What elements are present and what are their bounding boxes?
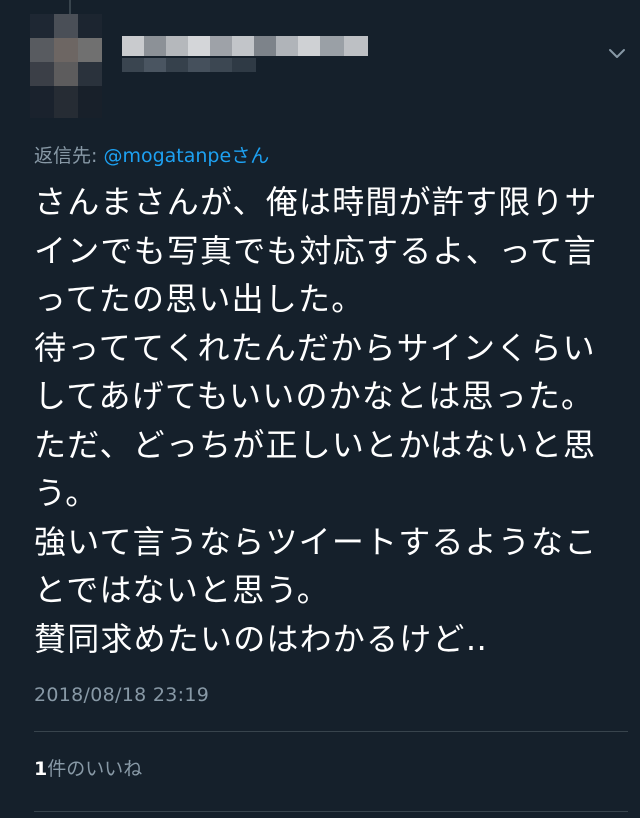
avatar[interactable] (30, 14, 102, 118)
tweet-text-line: う。 (34, 474, 99, 512)
tweet-text-line: してあげてもいいのかなとは思った。 (34, 377, 595, 415)
likes-label[interactable]: 件のいいね (47, 758, 142, 780)
reply-to-line: 返信先: @mogatanpeさん (34, 141, 269, 168)
tweet-text-line: 賛同求めたいのはわかるけど‥ (34, 619, 489, 658)
reply-to-handle[interactable]: @mogatanpe (103, 145, 231, 167)
tweet-text: さんまさんが、俺は時間が許す限りサ インでも写真でも対応するよ、って言 ってたの… (34, 178, 634, 663)
tweet-text-line: 待っててくれたんだからサインくらい (34, 328, 596, 367)
likes-count[interactable]: 1 (34, 758, 47, 780)
reply-to-mention-link[interactable]: @mogatanpeさん (103, 145, 269, 167)
divider (34, 731, 628, 732)
display-name-blurred[interactable] (122, 36, 368, 56)
reply-to-suffix[interactable]: さん (231, 145, 269, 167)
likes-link[interactable]: 1件のいいね (34, 754, 142, 781)
tweet-text-line: とではないと思う。 (34, 571, 330, 609)
tweet-text-line: ただ、どっちが正しいとかはないと思 (34, 425, 597, 464)
reply-to-prefix: 返信先: (34, 145, 104, 167)
thread-line (69, 0, 71, 14)
divider (34, 811, 628, 812)
chevron-down-icon[interactable] (604, 40, 630, 66)
tweet-text-line: さんまさんが、俺は時間が許す限りサ (34, 183, 598, 221)
tweet-timestamp[interactable]: 2018/08/18 23:19 (34, 684, 209, 706)
tweet-text-line: ってたの思い出した。 (34, 280, 365, 318)
username-blurred (122, 58, 256, 72)
tweet-text-line: インでも写真でも対応するよ、って言 (34, 231, 597, 270)
tweet-text-line: 強いて言うならツイートするようなこ (34, 522, 598, 561)
